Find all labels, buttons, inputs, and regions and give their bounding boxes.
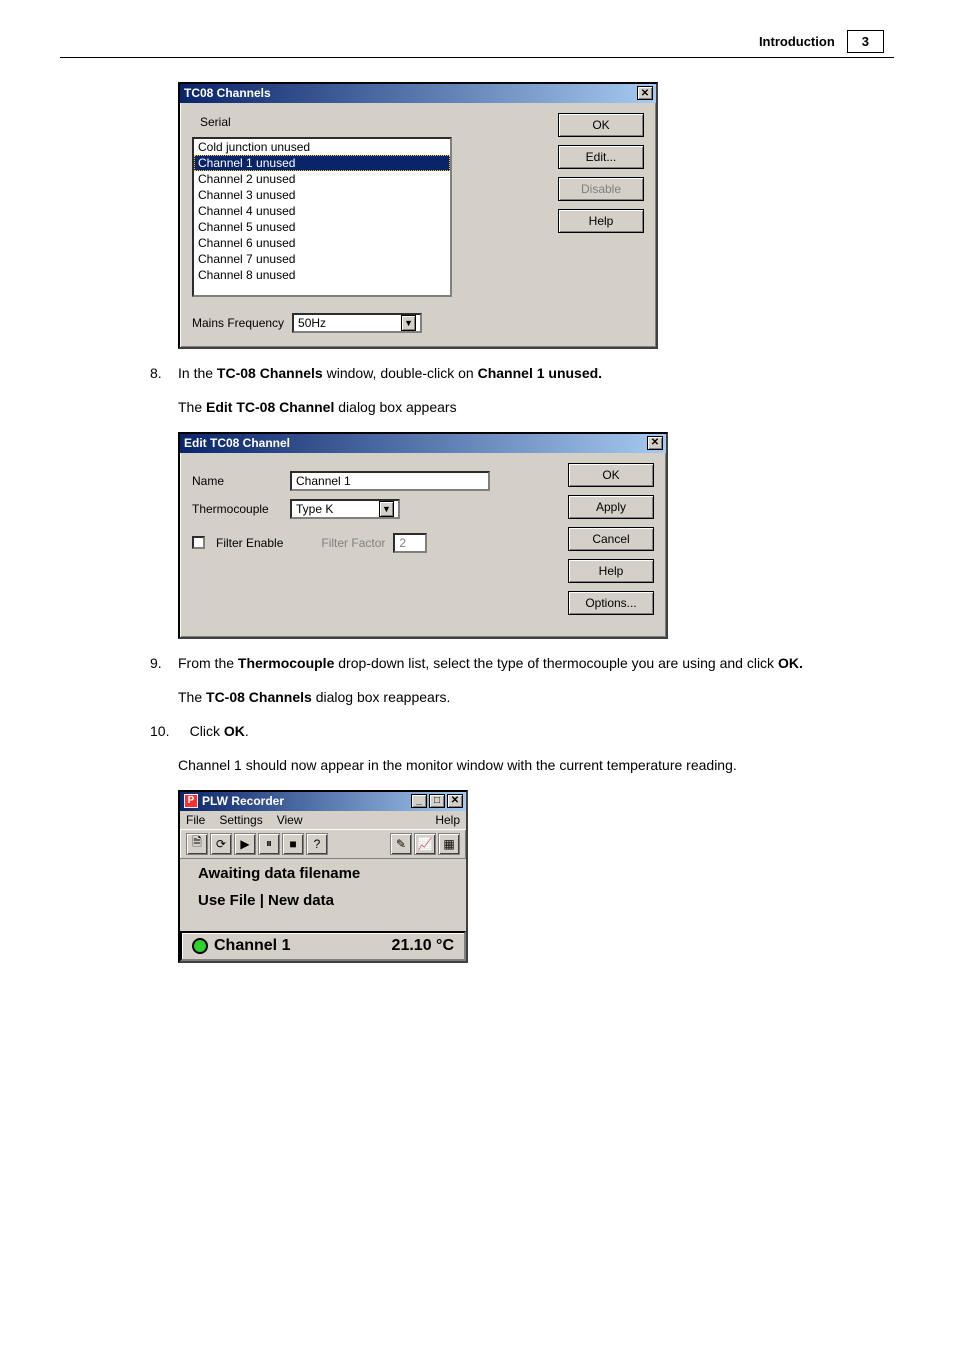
mains-frequency-value: 50Hz xyxy=(298,316,326,330)
mains-frequency-label: Mains Frequency xyxy=(192,316,284,330)
menu-help[interactable]: Help xyxy=(435,813,460,827)
plw-title: PLW Recorder xyxy=(202,794,409,808)
help-button[interactable]: Help xyxy=(568,559,654,583)
chevron-down-icon[interactable]: ▼ xyxy=(401,315,416,331)
list-item[interactable]: Cold junction unused xyxy=(194,139,450,155)
channel-listbox[interactable]: Cold junction unused Channel 1 unused Ch… xyxy=(192,137,452,297)
channel-unit: °C xyxy=(436,937,454,955)
thermocouple-value: Type K xyxy=(296,502,333,516)
list-item[interactable]: Channel 2 unused xyxy=(194,171,450,187)
plw-titlebar[interactable]: P PLW Recorder _ □ ✕ xyxy=(180,792,466,811)
step-10-follow: Channel 1 should now appear in the monit… xyxy=(178,755,894,775)
graph-icon[interactable]: 📈 xyxy=(414,833,436,855)
list-item[interactable]: Channel 8 unused xyxy=(194,267,450,283)
divider-top xyxy=(60,57,894,58)
edit-tc08-dialog: Edit TC08 Channel ✕ Name Thermocouple Ty… xyxy=(178,432,668,639)
app-icon: P xyxy=(184,794,198,808)
maximize-icon[interactable]: □ xyxy=(429,794,445,808)
status-line-1: Awaiting data filename xyxy=(188,861,458,892)
tc08-channels-dialog: TC08 Channels ✕ Serial Cold junction unu… xyxy=(178,82,658,349)
minimize-icon[interactable]: _ xyxy=(411,794,427,808)
help-icon[interactable]: ? xyxy=(306,833,328,855)
channel-row: Channel 1 21.10 °C xyxy=(180,931,466,961)
channel-name: Channel 1 xyxy=(214,937,290,955)
status-led-icon xyxy=(192,938,208,954)
options-button[interactable]: Options... xyxy=(568,591,654,615)
edit-title: Edit TC08 Channel xyxy=(184,436,645,450)
tc08-titlebar[interactable]: TC08 Channels ✕ xyxy=(180,84,656,103)
notes-icon[interactable]: ✎ xyxy=(390,833,412,855)
page-number: 3 xyxy=(847,30,884,53)
plw-recorder-window: P PLW Recorder _ □ ✕ File Settings View … xyxy=(178,790,468,963)
step-9-follow: The TC-08 Channels dialog box reappears. xyxy=(178,687,894,707)
menu-view[interactable]: View xyxy=(277,813,303,827)
header-section: Introduction xyxy=(759,34,835,49)
step-9: 9.From the Thermocouple drop-down list, … xyxy=(150,653,894,673)
ok-button[interactable]: OK xyxy=(568,463,654,487)
redo-icon[interactable]: ⟳ xyxy=(210,833,232,855)
filter-enable-label: Filter Enable xyxy=(216,536,283,550)
toolbar: 🗎 ⟳ ▶ ⏸ ■ ? ✎ 📈 ▦ xyxy=(180,829,466,859)
edit-titlebar[interactable]: Edit TC08 Channel ✕ xyxy=(180,434,666,453)
serial-label: Serial xyxy=(200,115,544,129)
list-item[interactable]: Channel 5 unused xyxy=(194,219,450,235)
step-8: 8.In the TC-08 Channels window, double-c… xyxy=(150,363,894,383)
list-item[interactable]: Channel 4 unused xyxy=(194,203,450,219)
cancel-button[interactable]: Cancel xyxy=(568,527,654,551)
close-icon[interactable]: ✕ xyxy=(647,436,663,450)
menubar: File Settings View Help xyxy=(180,811,466,829)
name-input[interactable] xyxy=(290,471,490,491)
tc08-title: TC08 Channels xyxy=(184,86,635,100)
play-icon[interactable]: ▶ xyxy=(234,833,256,855)
new-file-icon[interactable]: 🗎 xyxy=(186,833,208,855)
help-button[interactable]: Help xyxy=(558,209,644,233)
table-icon[interactable]: ▦ xyxy=(438,833,460,855)
chevron-down-icon[interactable]: ▼ xyxy=(379,501,394,517)
list-item[interactable]: Channel 7 unused xyxy=(194,251,450,267)
thermocouple-label: Thermocouple xyxy=(192,502,282,516)
mains-frequency-select[interactable]: 50Hz ▼ xyxy=(292,313,422,333)
filter-factor-input xyxy=(393,533,427,553)
close-icon[interactable]: ✕ xyxy=(637,86,653,100)
thermocouple-select[interactable]: Type K ▼ xyxy=(290,499,400,519)
channel-value: 21.10 xyxy=(392,937,432,955)
pause-icon[interactable]: ⏸ xyxy=(258,833,280,855)
list-item-selected[interactable]: Channel 1 unused xyxy=(194,155,450,171)
menu-settings[interactable]: Settings xyxy=(219,813,262,827)
ok-button[interactable]: OK xyxy=(558,113,644,137)
disable-button: Disable xyxy=(558,177,644,201)
list-item[interactable]: Channel 6 unused xyxy=(194,235,450,251)
filter-factor-label: Filter Factor xyxy=(321,536,385,550)
close-icon[interactable]: ✕ xyxy=(447,794,463,808)
apply-button[interactable]: Apply xyxy=(568,495,654,519)
step-8-follow: The Edit TC-08 Channel dialog box appear… xyxy=(178,397,894,417)
status-line-2: Use File | New data xyxy=(188,892,458,919)
menu-file[interactable]: File xyxy=(186,813,205,827)
filter-enable-checkbox[interactable] xyxy=(192,536,205,549)
name-label: Name xyxy=(192,474,282,488)
stop-icon[interactable]: ■ xyxy=(282,833,304,855)
edit-button[interactable]: Edit... xyxy=(558,145,644,169)
list-item[interactable]: Channel 3 unused xyxy=(194,187,450,203)
step-10: 10. Click OK. xyxy=(150,721,894,741)
